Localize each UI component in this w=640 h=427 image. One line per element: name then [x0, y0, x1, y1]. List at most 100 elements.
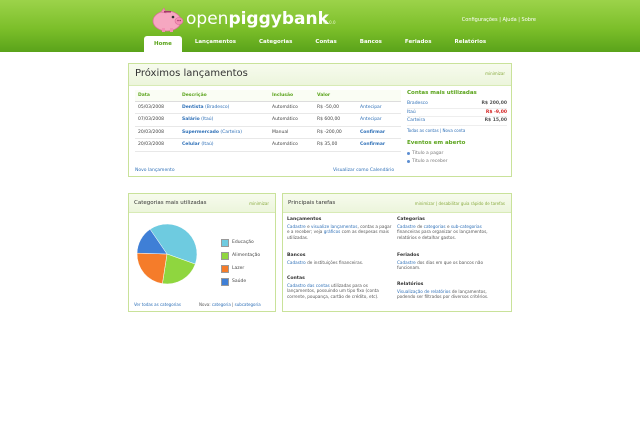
account-name-link[interactable]: Bradesco: [407, 101, 428, 106]
top-links[interactable]: Configurações | Ajuda | Sobre: [462, 17, 536, 23]
task-contas: Contas Cadastro das contas utilizadas pa…: [287, 276, 395, 299]
new-subcategory-link[interactable]: subcategoria: [235, 302, 261, 307]
tab-home[interactable]: Home: [144, 36, 182, 52]
categories-panel: Categorias mais utilizadas minimizar Edu…: [128, 193, 276, 312]
account-link[interactable]: (Itaú): [201, 142, 213, 147]
sidebar-summary: Contas mais utilizadas Bradesco R$ 200,0…: [407, 90, 507, 166]
tab-feriados[interactable]: Feriados: [395, 34, 442, 52]
cell-date: 07/03/2008: [135, 113, 179, 127]
events-title: Eventos em aberto: [407, 139, 466, 146]
minimize-link[interactable]: minimizar: [249, 201, 269, 206]
new-entry-link[interactable]: Novo lançamento: [135, 168, 175, 173]
legend-label: Saúde: [232, 279, 247, 284]
account-link[interactable]: (Bradesco): [205, 105, 229, 110]
cell-value: R$ -50,00: [314, 101, 357, 114]
confirm-link[interactable]: Confirmar: [357, 138, 401, 152]
task-link[interactable]: categorias: [424, 224, 446, 229]
table-row: 07/03/2008 Salário (Itaú) Automático R$ …: [135, 113, 401, 127]
legend-swatch: [221, 277, 229, 286]
legend-label: Lazer: [232, 266, 245, 271]
legend-item: Educação: [221, 236, 260, 249]
new-category-links: Nova: categoria | subcategoria: [199, 302, 261, 307]
task-link[interactable]: Visualização de relatórios: [397, 289, 451, 294]
tab-relatorios[interactable]: Relatórios: [445, 34, 497, 52]
upcoming-panel-header: Próximos lançamentos minimizar: [129, 64, 511, 86]
table-row: 05/03/2008 Dentista (Bradesco) Automátic…: [135, 101, 401, 114]
accounts-links[interactable]: Todas as contas | Nova conta: [407, 128, 507, 133]
cell-value: R$ 600,00: [314, 113, 357, 127]
account-name-link[interactable]: Itaú: [407, 110, 416, 115]
cell-inclusion: Automático: [269, 138, 314, 152]
col-header: Valor: [314, 90, 357, 102]
col-header: [357, 90, 401, 102]
all-categories-link[interactable]: Ver todas as categorias: [134, 302, 181, 307]
task-categorias: Categorias Cadastre de categorias e sub-…: [397, 217, 505, 240]
legend-item: Alimentação: [221, 249, 260, 262]
tab-categorias[interactable]: Categorias: [249, 34, 302, 52]
anticipate-link[interactable]: Antecipar: [357, 113, 401, 127]
cell-description: Salário (Itaú): [179, 113, 269, 127]
task-link[interactable]: gráficos: [324, 229, 341, 234]
task-title: Feriados: [397, 253, 420, 258]
piggybank-logo-icon: [152, 7, 184, 32]
categories-pie-chart: [136, 223, 198, 285]
upcoming-panel: Próximos lançamentos minimizar Data Desc…: [128, 63, 512, 177]
minimize-link[interactable]: minimizar: [485, 71, 505, 76]
cell-date: 05/03/2008: [135, 101, 179, 114]
header: openpiggybank v1.0.0 Configurações | Aju…: [0, 0, 640, 52]
panel-title: Principais tarefas: [288, 200, 336, 206]
confirm-link[interactable]: Confirmar: [357, 126, 401, 139]
tab-contas[interactable]: Contas: [305, 34, 346, 52]
logo-text[interactable]: openpiggybank: [186, 9, 329, 29]
cell-value: R$ -200,00: [314, 126, 357, 139]
entry-link[interactable]: Dentista: [182, 105, 204, 110]
account-balance: R$ 200,00: [481, 101, 507, 107]
task-link[interactable]: sub-categorias: [451, 224, 482, 229]
task-link[interactable]: Cadastro das contas: [287, 283, 330, 288]
col-header: Data: [135, 90, 179, 102]
bullet-icon: [407, 152, 410, 155]
new-category-link[interactable]: categoria: [212, 302, 231, 307]
account-link[interactable]: (Carteira): [220, 130, 242, 135]
table-row: 20/03/2008 Celular (Itaú) Automático R$ …: [135, 138, 401, 152]
entry-link[interactable]: Salário: [182, 117, 200, 122]
task-link[interactable]: Cadastro: [287, 260, 306, 265]
tab-bancos[interactable]: Bancos: [350, 34, 392, 52]
task-link[interactable]: visualize lançamentos: [311, 224, 357, 229]
task-link[interactable]: Cadastre: [287, 224, 306, 229]
anticipate-link[interactable]: Antecipar: [357, 101, 401, 114]
task-relatorios: Relatórios Visualização de relatórios de…: [397, 282, 505, 300]
calendar-view-link[interactable]: Visualizar como Calendário: [333, 168, 394, 173]
table-row: 20/03/2008 Supermercado (Carteira) Manua…: [135, 126, 401, 139]
task-lancamentos: Lançamentos Cadastre e visualize lançame…: [287, 217, 395, 240]
entry-link[interactable]: Supermercado: [182, 130, 219, 135]
pie-legend: Educação Alimentação Lazer Saúde: [221, 236, 260, 288]
task-link[interactable]: Cadastre: [397, 224, 416, 229]
launch-table: Data Descrição Inclusão Valor 05/03/2008…: [135, 90, 401, 152]
legend-label: Alimentação: [232, 253, 261, 258]
account-row: Bradesco R$ 200,00: [407, 100, 507, 109]
account-name-link[interactable]: Carteira: [407, 118, 425, 123]
bullet-icon: [407, 160, 410, 163]
cell-inclusion: Automático: [269, 113, 314, 127]
tab-lancamentos[interactable]: Lançamentos: [185, 34, 246, 52]
cell-inclusion: Manual: [269, 126, 314, 139]
legend-swatch: [221, 264, 229, 273]
legend-item: Saúde: [221, 275, 260, 288]
cell-date: 20/03/2008: [135, 138, 179, 152]
event-item[interactable]: Título a pagar: [407, 150, 507, 158]
cell-inclusion: Automático: [269, 101, 314, 114]
tasks-header-links[interactable]: minimizar | desabilitar guia rápido de t…: [415, 201, 505, 206]
task-title: Relatórios: [397, 282, 424, 287]
tasks-panel-header: Principais tarefas minimizar | desabilit…: [283, 194, 511, 213]
table-header-row: Data Descrição Inclusão Valor: [135, 90, 401, 102]
task-link[interactable]: Cadastre: [397, 260, 416, 265]
cell-date: 20/03/2008: [135, 126, 179, 139]
legend-swatch: [221, 238, 229, 247]
task-text: de instituições financeiras.: [305, 259, 364, 265]
account-link[interactable]: (Itaú): [201, 117, 213, 122]
entry-link[interactable]: Celular: [182, 142, 200, 147]
account-row: Itaú R$ -9,00: [407, 109, 507, 117]
task-bancos: Bancos Cadastro de instituições financei…: [287, 253, 395, 265]
event-item[interactable]: Título a receber: [407, 158, 507, 166]
